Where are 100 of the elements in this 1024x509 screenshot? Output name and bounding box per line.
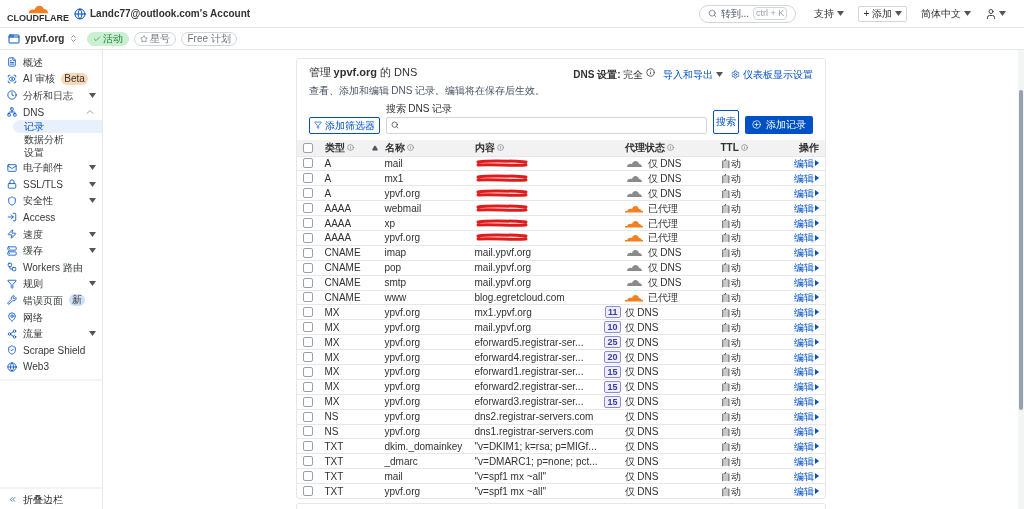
table-cell-text: 自动 <box>720 305 741 320</box>
edit-link[interactable]: 编辑 <box>793 170 819 186</box>
edit-link[interactable]: 编辑 <box>793 245 819 261</box>
user-menu-button[interactable] <box>985 7 1006 20</box>
sidebar-item[interactable]: DNS <box>0 103 102 121</box>
sidebar-item[interactable]: 分析和日志 <box>0 87 102 104</box>
checkbox[interactable] <box>302 381 313 392</box>
proxy-status: 仅 DNS <box>647 261 682 276</box>
menu-button[interactable]: + 添加 <box>858 5 907 22</box>
sidebar-subitem[interactable]: 记录 <box>13 120 102 134</box>
checkbox[interactable] <box>302 188 313 199</box>
sidebar-item[interactable]: Web3 <box>0 358 102 376</box>
edit-link[interactable]: 编辑 <box>793 409 819 425</box>
sidebar-item[interactable]: 电子邮件 <box>0 159 102 176</box>
edit-link[interactable]: 编辑 <box>793 364 819 380</box>
checkbox[interactable] <box>302 247 313 258</box>
share-icon <box>7 328 17 339</box>
checkbox[interactable] <box>302 158 313 169</box>
sort-arrow-icon[interactable] <box>371 144 378 151</box>
table-cell-text: 自动 <box>720 186 741 201</box>
menu-button[interactable]: 支持 <box>810 5 849 22</box>
edit-link[interactable]: 编辑 <box>793 260 819 276</box>
edit-link[interactable]: 编辑 <box>793 334 819 350</box>
account-name[interactable]: Landc77@outlook.com's Account <box>90 6 251 21</box>
checkbox[interactable] <box>302 277 313 288</box>
caret-right-icon <box>814 175 819 182</box>
edit-link[interactable]: 编辑 <box>793 215 819 231</box>
edit-link[interactable]: 编辑 <box>793 438 819 454</box>
sidebar-item[interactable]: Workers 路由 <box>0 258 102 276</box>
add-filter-button[interactable]: 添加筛选器 <box>308 116 380 134</box>
column-header[interactable]: 类型 <box>324 140 345 155</box>
import-export-link[interactable]: 导入和导出 <box>662 67 723 82</box>
edit-link[interactable]: 编辑 <box>793 230 819 246</box>
checkbox[interactable] <box>302 456 313 467</box>
column-header[interactable]: 内容 <box>474 140 495 155</box>
sidebar-item[interactable]: 网络 <box>0 308 102 326</box>
checkbox[interactable] <box>302 307 313 318</box>
sidebar-item[interactable]: Scrape Shield <box>0 341 102 359</box>
table-cell-text: AAAA <box>324 201 352 216</box>
sidebar-item[interactable]: 错误页面 新 <box>0 292 102 309</box>
checkbox[interactable] <box>302 441 313 452</box>
checkbox[interactable] <box>302 173 313 184</box>
display-settings-link[interactable]: 仪表板显示设置 <box>730 67 813 82</box>
edit-link[interactable]: 编辑 <box>793 319 819 335</box>
checkbox[interactable] <box>302 262 313 273</box>
edit-link[interactable]: 编辑 <box>793 453 819 469</box>
column-header[interactable]: 名称 <box>384 140 405 155</box>
table-cell-text: CNAME <box>324 261 361 276</box>
edit-link[interactable]: 编辑 <box>793 379 819 395</box>
sidebar-item[interactable]: 流量 <box>0 325 102 342</box>
edit-link[interactable]: 编辑 <box>793 483 819 499</box>
dns-search-field[interactable] <box>385 116 707 134</box>
sidebar-item[interactable]: AI 审核 Beta <box>0 70 102 88</box>
sidebar-item[interactable]: 概述 <box>0 54 102 71</box>
sidebar-item[interactable]: 速度 <box>0 225 102 243</box>
checkbox[interactable] <box>302 471 313 482</box>
globe-icon <box>74 7 86 20</box>
checkbox[interactable] <box>302 203 313 214</box>
edit-link[interactable]: 编辑 <box>793 304 819 320</box>
shield-check-icon <box>7 345 17 356</box>
shortcut-key: ctrl + K <box>753 7 788 20</box>
checkbox[interactable] <box>302 337 313 348</box>
sidebar-item[interactable]: SSL/TLS <box>0 175 102 193</box>
checkbox[interactable] <box>302 142 313 153</box>
caret-down-icon <box>964 11 971 16</box>
checkbox[interactable] <box>302 232 313 243</box>
priority-badge: 20 <box>604 351 621 364</box>
sidebar-item[interactable]: 缓存 <box>0 242 102 259</box>
sidebar-item[interactable]: Access <box>0 209 102 226</box>
edit-link[interactable]: 编辑 <box>793 349 819 365</box>
edit-link[interactable]: 编辑 <box>793 155 819 171</box>
checkbox[interactable] <box>302 396 313 407</box>
menu-button[interactable]: 简体中文 <box>917 5 975 22</box>
checkbox[interactable] <box>302 218 313 228</box>
checkbox[interactable] <box>302 352 313 362</box>
edit-link[interactable]: 编辑 <box>793 289 819 305</box>
edit-link[interactable]: 编辑 <box>793 275 819 291</box>
add-record-button[interactable]: 添加记录 <box>744 115 813 134</box>
column-header[interactable]: TTL <box>720 140 739 155</box>
edit-link[interactable]: 编辑 <box>793 424 819 439</box>
switch-icon[interactable] <box>69 34 79 43</box>
edit-link[interactable]: 编辑 <box>793 394 819 410</box>
edit-link[interactable]: 编辑 <box>793 200 819 216</box>
column-header[interactable]: 操作 <box>798 140 819 155</box>
scrollbar[interactable] <box>1018 50 1024 509</box>
column-header[interactable]: 代理状态 <box>624 140 665 155</box>
sidebar-item[interactable]: 安全性 <box>0 192 102 210</box>
checkbox[interactable] <box>302 426 313 437</box>
search-button[interactable]: 搜索 <box>712 109 739 134</box>
checkbox[interactable] <box>302 366 313 377</box>
sidebar-item[interactable]: 规则 <box>0 275 102 293</box>
checkbox[interactable] <box>302 322 313 333</box>
checkbox[interactable] <box>302 411 313 422</box>
collapse-sidebar-button[interactable]: 折叠边栏 <box>0 487 102 509</box>
checkbox[interactable] <box>302 486 313 497</box>
edit-link[interactable]: 编辑 <box>793 468 819 484</box>
sidebar-subitem[interactable]: 数据分析 <box>13 133 102 147</box>
edit-link[interactable]: 编辑 <box>793 185 819 201</box>
sidebar-subitem[interactable]: 设置 <box>13 146 102 160</box>
checkbox[interactable] <box>302 292 313 303</box>
